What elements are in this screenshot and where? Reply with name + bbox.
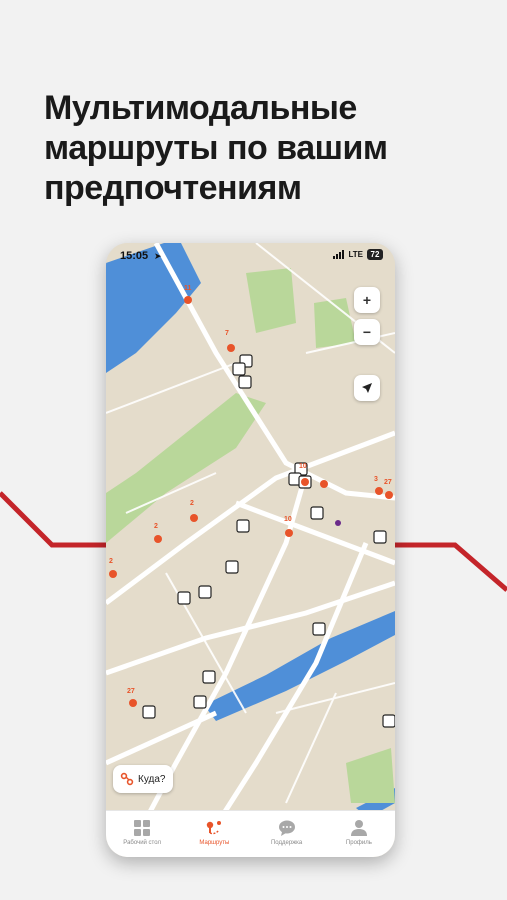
svg-text:3: 3 <box>374 476 378 483</box>
svg-text:2: 2 <box>109 558 113 565</box>
svg-text:10: 10 <box>284 516 292 523</box>
tab-dashboard[interactable]: Рабочий стол <box>111 819 173 846</box>
bottom-tab-bar: Рабочий стол Маршруты Поддержка Профиль <box>106 810 395 857</box>
route-icon <box>207 821 222 835</box>
signal-icon <box>333 250 345 259</box>
svg-text:11: 11 <box>184 285 192 292</box>
battery-icon: 72 <box>367 249 383 260</box>
navigation-arrow-icon <box>362 383 372 393</box>
my-location-button[interactable] <box>354 375 380 401</box>
tab-support[interactable]: Поддержка <box>256 819 318 846</box>
tab-profile[interactable]: Профиль <box>328 819 390 846</box>
svg-text:27: 27 <box>127 688 135 695</box>
status-bar: 15:05 ➤ LTE 72 <box>106 243 395 269</box>
svg-text:7: 7 <box>225 330 229 337</box>
network-type: LTE <box>348 250 363 259</box>
dashboard-icon <box>134 820 151 836</box>
zoom-out-button[interactable]: − <box>354 319 380 345</box>
headline-line-3: предпочтениям <box>44 169 302 207</box>
headline-line-1: Мультимодальные <box>44 89 357 127</box>
status-time: 15:05 <box>120 250 149 262</box>
svg-text:27: 27 <box>384 479 392 486</box>
profile-icon <box>350 820 367 836</box>
svg-text:2: 2 <box>154 523 158 530</box>
chat-icon <box>278 820 295 836</box>
tab-routes-label: Маршруты <box>199 840 230 846</box>
route-search-icon <box>120 772 134 786</box>
svg-text:2: 2 <box>190 500 194 507</box>
search-label: Куда? <box>138 773 166 785</box>
phone-frame: 11 7 10 10 3 27 2 2 2 27 15:05 ➤ LTE 72 … <box>106 243 395 857</box>
tab-support-label: Поддержка <box>270 840 303 846</box>
tab-dashboard-label: Рабочий стол <box>123 840 161 846</box>
svg-text:10: 10 <box>299 463 307 470</box>
zoom-in-button[interactable]: + <box>354 287 380 313</box>
tab-routes[interactable]: Маршруты <box>183 819 245 846</box>
tab-profile-label: Профиль <box>345 840 372 846</box>
headline-line-2: маршруты по вашим <box>44 129 388 167</box>
location-arrow-icon: ➤ <box>154 251 162 261</box>
headline: Мультимодальные маршруты по вашим предпо… <box>44 88 464 208</box>
where-to-search-button[interactable]: Куда? <box>113 765 173 793</box>
